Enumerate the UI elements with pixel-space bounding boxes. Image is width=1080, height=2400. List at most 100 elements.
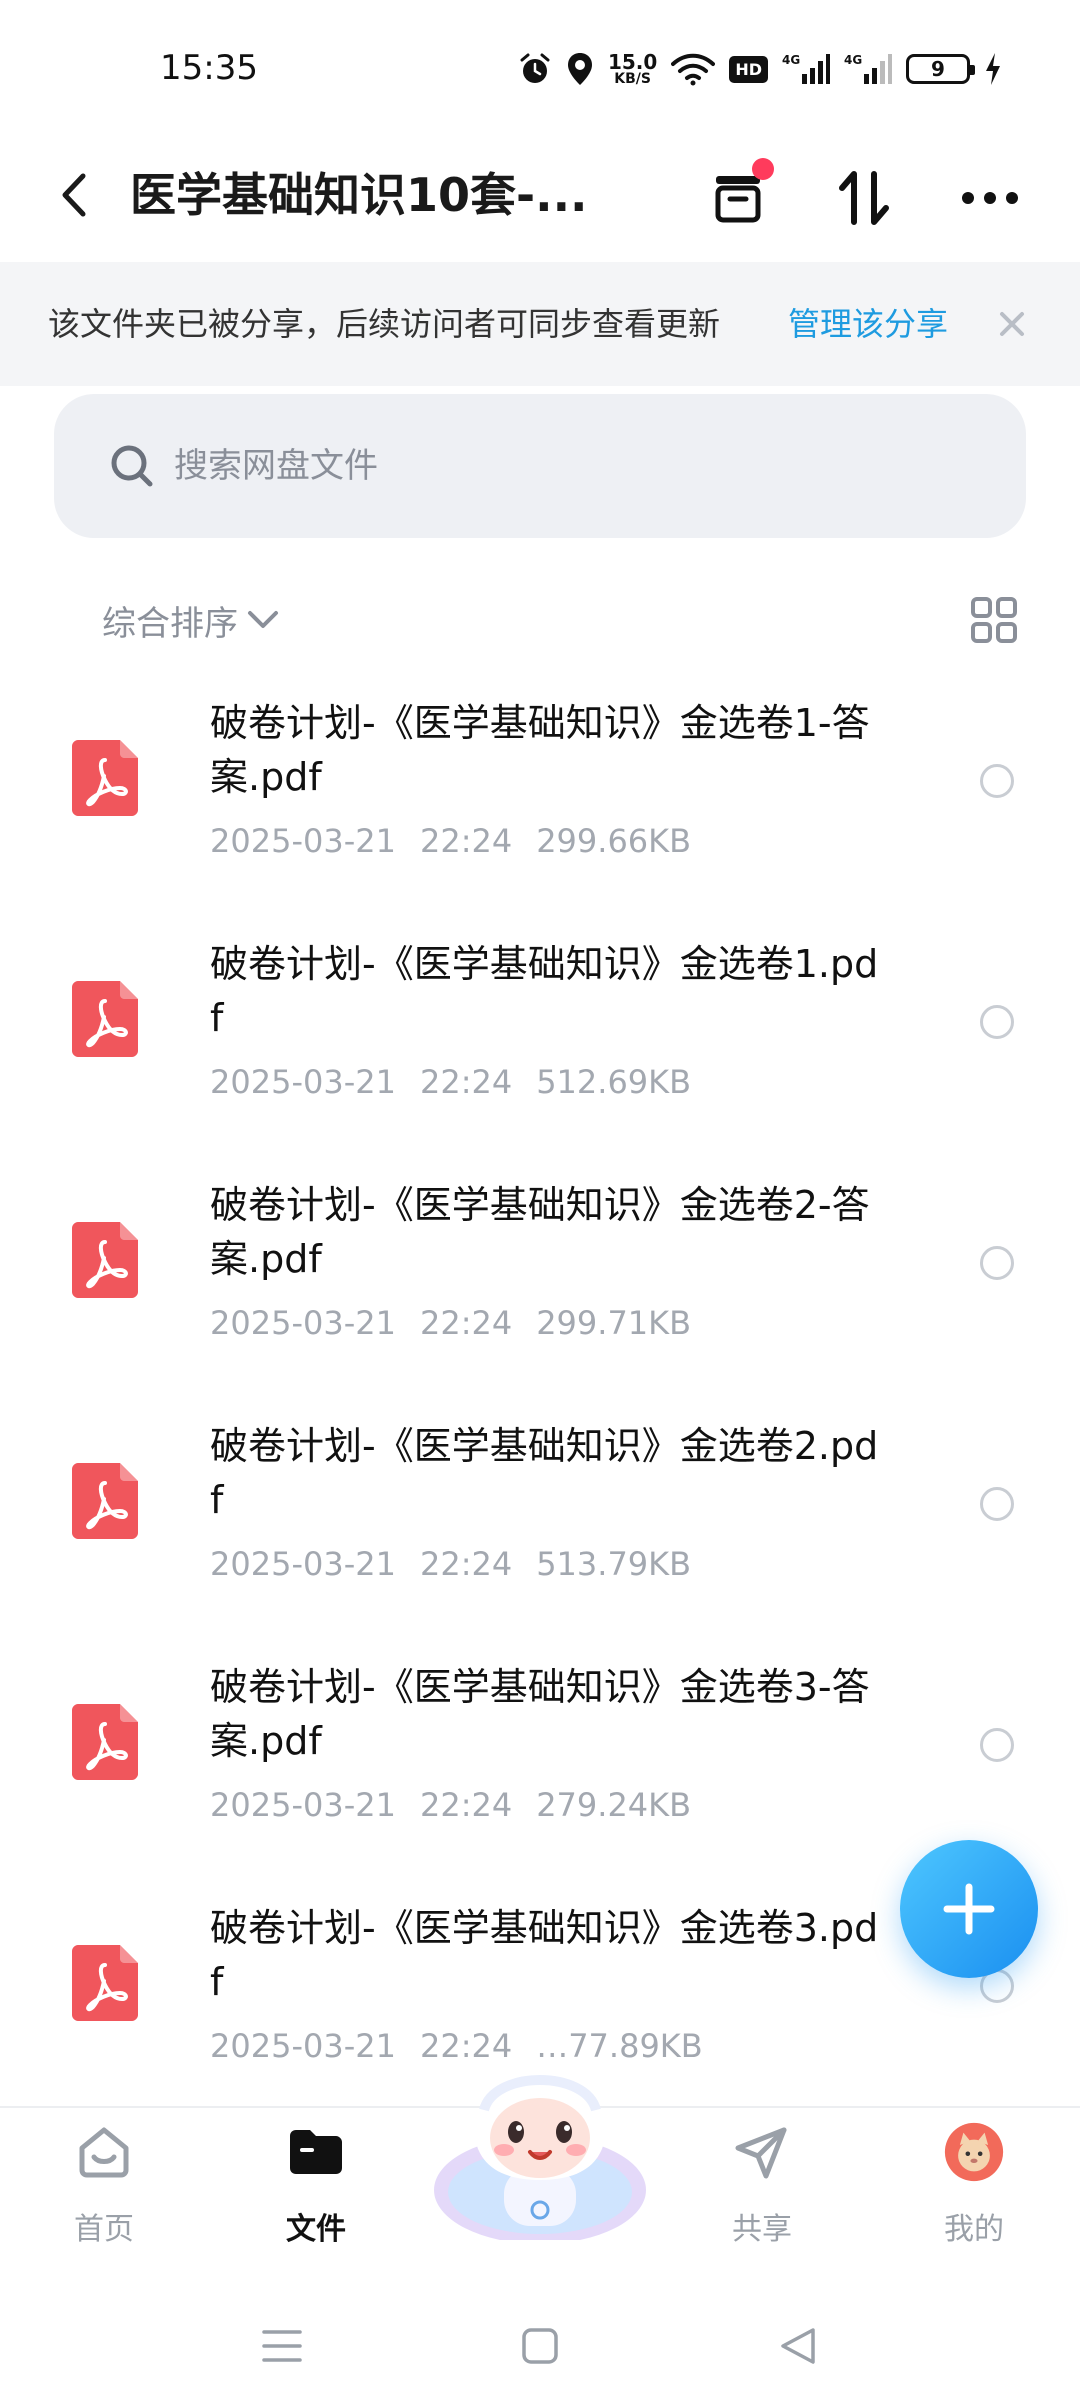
- nav-label-share: 共享: [732, 2212, 792, 2247]
- manage-share-link[interactable]: 管理该分享: [788, 262, 948, 386]
- file-row[interactable]: 破卷计划-《医学基础知识》金选卷2-答案.pdf 2025-03-21 22:24 2…: [0, 1142, 1080, 1384]
- file-meta: 2025-03-21 22:24 513.79KB: [210, 1545, 691, 1583]
- file-meta: 2025-03-21 22:24 299.71KB: [210, 1304, 691, 1342]
- status-icons: 15.0 KB/S HD 4G 4G 9: [518, 44, 1002, 94]
- share-banner-text: 该文件夹已被分享，后续访问者可同步查看更新: [48, 305, 721, 343]
- nav-item-files[interactable]: 文件: [226, 2108, 406, 2288]
- file-date: 2025-03-21: [210, 1063, 396, 1101]
- chevron-left-icon: [62, 173, 86, 217]
- transfer-button[interactable]: [826, 160, 902, 236]
- file-time: 22:24: [419, 1304, 513, 1342]
- grid-view-toggle-icon[interactable]: [970, 596, 1018, 644]
- file-row[interactable]: 破卷计划-《医学基础知识》金选卷1-答案.pdf 2025-03-21 22:24 2…: [0, 660, 1080, 902]
- menu-icon: [262, 2330, 302, 2362]
- share-banner-close-button[interactable]: [990, 302, 1034, 346]
- triangle-back-icon: [781, 2328, 815, 2364]
- pdf-file-icon: [72, 1222, 138, 1298]
- file-name: 破卷计划-《医学基础知识》金选卷1-答案.pdf: [210, 701, 870, 799]
- notification-dot: [752, 158, 774, 180]
- system-nav-bar: [0, 2286, 1080, 2400]
- pdf-file-icon: [72, 740, 138, 816]
- file-name: 破卷计划-《医学基础知识》金选卷2.pdf: [210, 1424, 879, 1522]
- file-meta: 2025-03-21 22:24 299.66KB: [210, 822, 691, 860]
- file-size: 512.69KB: [536, 1063, 692, 1101]
- sort-dropdown[interactable]: 综合排序: [102, 580, 280, 660]
- hd-badge: HD: [729, 55, 768, 83]
- net-speed-unit: KB/S: [614, 71, 651, 87]
- search-icon: [111, 445, 153, 487]
- battery-level: 9: [931, 57, 945, 81]
- charging-icon: [986, 53, 1000, 85]
- file-select-checkbox[interactable]: [980, 1728, 1014, 1762]
- home-icon: [74, 2122, 134, 2182]
- file-name: 破卷计划-《医学基础知识》金选卷1.pdf: [210, 942, 879, 1040]
- file-time: 22:24: [419, 1786, 513, 1824]
- location-icon: [567, 53, 592, 85]
- share-banner: 该文件夹已被分享，后续访问者可同步查看更新 管理该分享: [0, 262, 1080, 386]
- header: 医学基础知识10套-...: [0, 130, 1080, 260]
- file-date: 2025-03-21: [210, 1545, 396, 1583]
- file-meta: 2025-03-21 22:24 512.69KB: [210, 1063, 691, 1101]
- file-name: 破卷计划-《医学基础知识》金选卷2-答案.pdf: [210, 1183, 870, 1281]
- file-name: 破卷计划-《医学基础知识》金选卷3.pdf: [210, 1906, 879, 2004]
- mascot-assistant-button[interactable]: [430, 2040, 650, 2240]
- send-icon: [732, 2122, 792, 2182]
- sort-label: 综合排序: [102, 603, 238, 644]
- nav-item-mine[interactable]: 我的: [884, 2108, 1064, 2288]
- status-time: 15:35: [160, 48, 258, 88]
- file-date: 2025-03-21: [210, 1304, 396, 1342]
- sort-row: 综合排序: [0, 580, 1080, 660]
- alarm-icon: [520, 53, 550, 83]
- more-horizontal-icon: [962, 192, 1018, 204]
- file-select-checkbox[interactable]: [980, 1005, 1014, 1039]
- nav-item-home[interactable]: 首页: [14, 2108, 194, 2288]
- file-select-checkbox[interactable]: [980, 764, 1014, 798]
- pdf-file-icon: [72, 1945, 138, 2021]
- file-select-checkbox[interactable]: [980, 1246, 1014, 1280]
- signal-icon-2: 4G: [844, 53, 892, 84]
- nav-label-files: 文件: [286, 2212, 346, 2247]
- system-home-button[interactable]: [510, 2316, 570, 2376]
- file-size: 299.66KB: [536, 822, 692, 860]
- system-menu-button[interactable]: [252, 2316, 312, 2376]
- back-button[interactable]: [44, 160, 104, 230]
- nav-label-mine: 我的: [944, 2212, 1004, 2247]
- file-name: 破卷计划-《医学基础知识》金选卷3-答案.pdf: [210, 1665, 870, 1763]
- status-bar: 15:35 15.0 KB/S HD 4G 4G 9: [0, 0, 1080, 130]
- search-input[interactable]: 搜索网盘文件: [54, 394, 1026, 538]
- file-select-checkbox[interactable]: [980, 1487, 1014, 1521]
- system-back-button[interactable]: [768, 2316, 828, 2376]
- file-time: 22:24: [419, 1063, 513, 1101]
- file-size: 299.71KB: [536, 1304, 692, 1342]
- close-icon: [1000, 312, 1024, 336]
- pdf-file-icon: [72, 1704, 138, 1780]
- signal-label-2: 4G: [844, 53, 862, 67]
- screen: 15:35 15.0 KB/S HD 4G 4G 9 医学基础知识10套-...…: [0, 0, 1080, 2400]
- avatar: [944, 2122, 1004, 2182]
- signal-icon-1: 4G: [782, 53, 830, 84]
- page-title: 医学基础知识10套-...: [130, 168, 588, 222]
- pdf-file-icon: [72, 1463, 138, 1539]
- plus-icon: [943, 1883, 995, 1935]
- net-speed: 15.0 KB/S: [608, 52, 657, 86]
- file-date: 2025-03-21: [210, 822, 396, 860]
- file-date: 2025-03-21: [210, 2027, 396, 2065]
- file-row[interactable]: 破卷计划-《医学基础知识》金选卷2.pdf 2025-03-21 22:24 513.…: [0, 1383, 1080, 1625]
- file-time: 22:24: [419, 822, 513, 860]
- nav-label-home: 首页: [74, 2212, 134, 2247]
- search-placeholder: 搜索网盘文件: [174, 446, 378, 486]
- add-button[interactable]: [900, 1840, 1038, 1978]
- file-size: 513.79KB: [536, 1545, 692, 1583]
- file-size: 279.24KB: [536, 1786, 692, 1824]
- file-row[interactable]: 破卷计划-《医学基础知识》金选卷1.pdf 2025-03-21 22:24 512.…: [0, 901, 1080, 1143]
- wifi-icon: [671, 53, 716, 86]
- file-date: 2025-03-21: [210, 1786, 396, 1824]
- archive-button[interactable]: [700, 158, 776, 236]
- file-row[interactable]: 破卷计划-《医学基础知识》金选卷3-答案.pdf 2025-03-21 22:24 2…: [0, 1624, 1080, 1866]
- battery-indicator: 9: [906, 54, 975, 84]
- nav-item-share[interactable]: 共享: [672, 2108, 852, 2288]
- square-icon: [522, 2328, 558, 2364]
- more-button[interactable]: [952, 160, 1028, 236]
- transfer-updown-icon: [839, 171, 889, 225]
- chevron-down-icon: [248, 611, 278, 628]
